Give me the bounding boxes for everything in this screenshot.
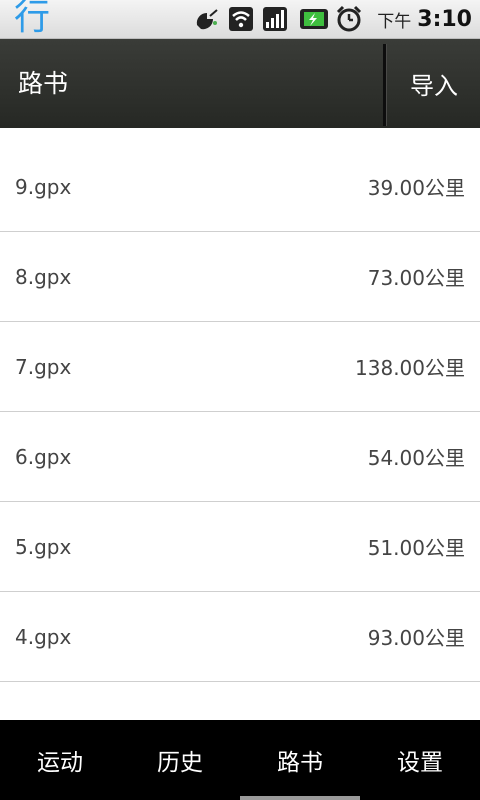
- route-distance: 39.00公里: [367, 176, 465, 200]
- route-distance: 93.00公里: [367, 626, 465, 650]
- route-row[interactable]: 8.gpx 73.00公里: [0, 232, 480, 322]
- status-ampm: 下午: [377, 11, 412, 32]
- status-bar: 行 下午 3:10: [0, 0, 480, 39]
- import-button[interactable]: 导入: [388, 39, 480, 128]
- route-distance: 54.00公里: [367, 446, 465, 470]
- route-list[interactable]: 9.gpx 39.00公里 8.gpx 73.00公里 7.gpx 138.00…: [0, 128, 480, 720]
- route-name: 8.gpx: [15, 264, 72, 289]
- tab-history[interactable]: 历史: [120, 720, 240, 800]
- wifi-icon: [229, 7, 254, 31]
- app-notification-icon: 行: [14, 0, 51, 38]
- route-distance: 73.00公里: [367, 266, 465, 290]
- route-row[interactable]: 6.gpx 54.00公里: [0, 412, 480, 502]
- satellite-icon: [197, 9, 218, 30]
- tab-settings[interactable]: 设置: [360, 720, 480, 800]
- route-name: 6.gpx: [15, 444, 72, 469]
- tab-sport[interactable]: 运动: [0, 720, 120, 800]
- route-distance: 51.00公里: [367, 536, 465, 560]
- route-name: 7.gpx: [15, 354, 72, 379]
- page-title: 路书: [18, 69, 69, 98]
- signal-icon: [263, 7, 288, 31]
- bottom-tab-bar: 运动 历史 路书 设置: [0, 720, 480, 800]
- route-name: 5.gpx: [15, 534, 72, 559]
- route-row[interactable]: 9.gpx 39.00公里: [0, 142, 480, 232]
- tab-roadbook[interactable]: 路书: [240, 720, 360, 800]
- status-icons: 下午 3:10: [193, 0, 472, 38]
- list-top-padding: [0, 128, 480, 142]
- route-name: 9.gpx: [15, 174, 72, 199]
- battery-charging-icon: [300, 9, 329, 29]
- header-divider: [383, 44, 387, 126]
- route-row[interactable]: 4.gpx 93.00公里: [0, 592, 480, 682]
- alarm-clock-icon: [337, 5, 362, 32]
- status-time: 3:10: [417, 6, 472, 32]
- header-bar: 路书 导入: [0, 39, 480, 128]
- route-distance: 138.00公里: [355, 356, 465, 380]
- route-row[interactable]: 5.gpx 51.00公里: [0, 502, 480, 592]
- route-row[interactable]: 7.gpx 138.00公里: [0, 322, 480, 412]
- route-name: 4.gpx: [15, 624, 72, 649]
